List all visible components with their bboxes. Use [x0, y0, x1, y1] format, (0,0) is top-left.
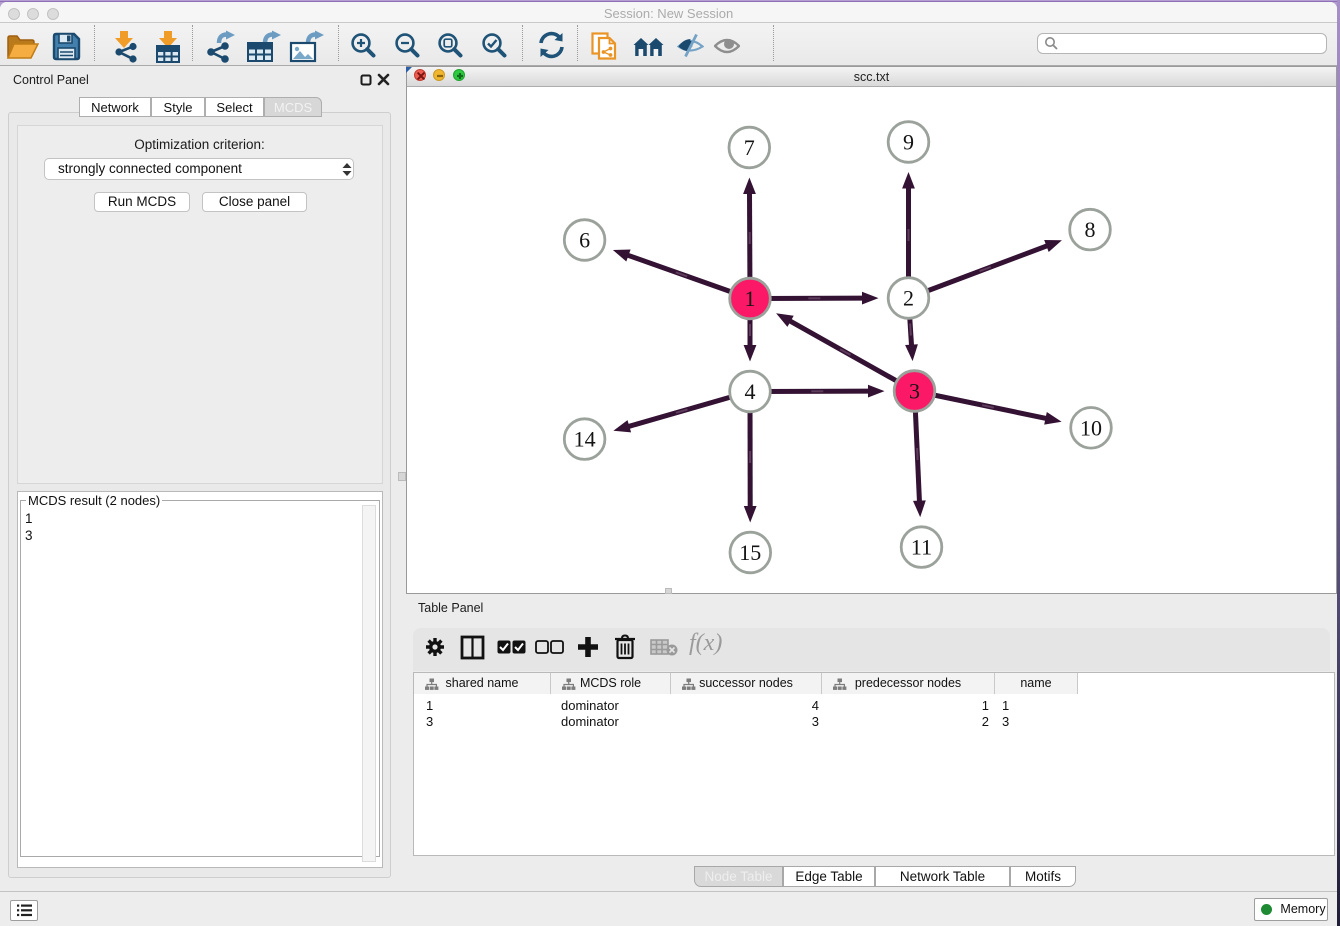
svg-text:15: 15	[739, 540, 761, 565]
svg-text:7: 7	[744, 135, 755, 160]
svg-text:14: 14	[574, 427, 596, 452]
svg-text:8: 8	[1085, 217, 1096, 242]
svg-text:6: 6	[579, 228, 590, 253]
svg-text:1: 1	[745, 286, 756, 311]
svg-text:10: 10	[1080, 415, 1102, 440]
svg-text:2: 2	[903, 286, 914, 311]
svg-text:4: 4	[745, 379, 756, 404]
svg-text:3: 3	[909, 379, 920, 404]
svg-text:11: 11	[911, 535, 932, 560]
svg-text:9: 9	[903, 130, 914, 155]
